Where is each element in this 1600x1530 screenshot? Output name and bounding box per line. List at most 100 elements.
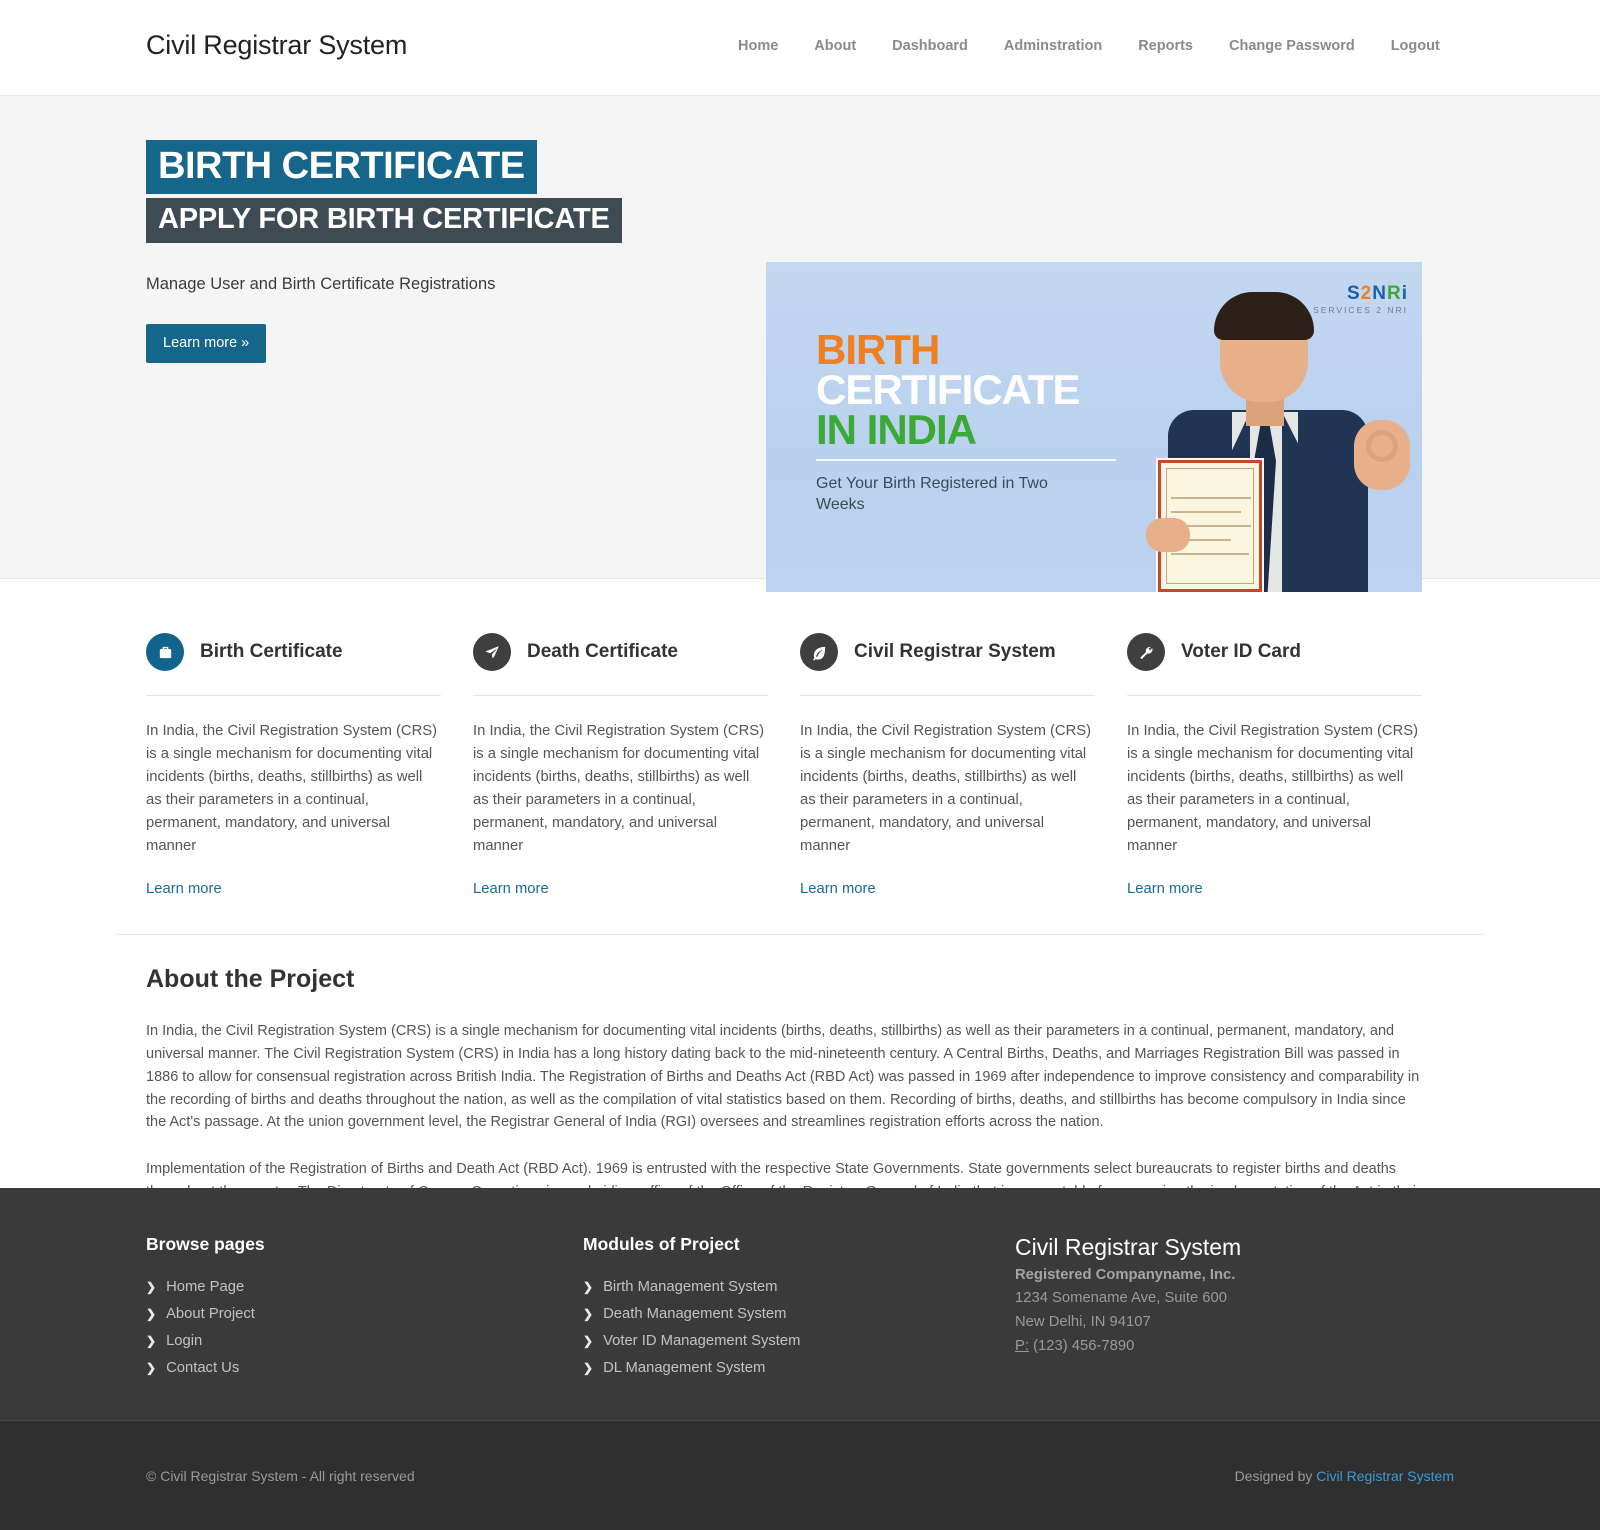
hero-section: BIRTH CERTIFICATE APPLY FOR BIRTH CERTIF… bbox=[0, 96, 1600, 592]
designed-by-prefix: Designed by bbox=[1234, 1467, 1317, 1484]
site-brand[interactable]: Civil Registrar System bbox=[146, 30, 407, 61]
banner-divider bbox=[816, 458, 1116, 461]
card-divider bbox=[1127, 695, 1422, 696]
feature-card-title: Death Certificate bbox=[527, 641, 678, 662]
nav-item-logout[interactable]: Logout bbox=[1373, 38, 1458, 54]
banner-text-block: BIRTH CERTIFICATE IN INDIA Get Your Birt… bbox=[816, 326, 1116, 516]
footer-link-about-project[interactable]: About Project bbox=[166, 1306, 255, 1322]
card-divider bbox=[800, 695, 1095, 696]
leaf-icon bbox=[800, 633, 838, 671]
certificate-line bbox=[1171, 553, 1249, 555]
nav-item-home[interactable]: Home bbox=[720, 38, 796, 54]
feature-card-title: Voter ID Card bbox=[1181, 641, 1302, 662]
about-paragraph-1: In India, the Civil Registration System … bbox=[146, 1023, 1420, 1131]
list-item[interactable]: ❯ About Project bbox=[146, 1306, 583, 1322]
footer-phone-row: P: (123) 456-7890 bbox=[1015, 1335, 1435, 1359]
footer-modules-title: Modules of Project bbox=[583, 1234, 740, 1254]
footer-address-line-2: New Delhi, IN 94107 bbox=[1015, 1313, 1151, 1330]
about-title: About the Project bbox=[146, 965, 355, 994]
footer-registered-name: Registered Companyname, Inc. bbox=[1015, 1267, 1236, 1283]
designed-by-text: Designed by Civil Registrar System bbox=[1235, 1468, 1454, 1484]
list-item[interactable]: ❯ Birth Management System bbox=[583, 1279, 1015, 1295]
banner-line-1: BIRTH bbox=[816, 326, 940, 373]
chevron-right-icon: ❯ bbox=[583, 1361, 594, 1375]
chevron-right-icon: ❯ bbox=[583, 1334, 594, 1348]
banner-line-3: IN INDIA bbox=[816, 405, 977, 453]
feature-card-learn-more-link[interactable]: Learn more bbox=[1127, 881, 1203, 897]
certificate-line bbox=[1171, 511, 1241, 513]
copyright-text: © Civil Registrar System - All right res… bbox=[146, 1467, 415, 1484]
hero-headline: BIRTH CERTIFICATE bbox=[146, 140, 537, 194]
list-item[interactable]: ❯ DL Management System bbox=[583, 1360, 1015, 1376]
chevron-right-icon: ❯ bbox=[146, 1280, 157, 1294]
about-section: About the Project In India, the Civil Re… bbox=[0, 935, 1600, 1226]
wrench-icon bbox=[1127, 633, 1165, 671]
feature-card-birth-certificate: Birth Certificate In India, the Civil Re… bbox=[146, 631, 473, 898]
footer-address-line-1: 1234 Somename Ave, Suite 600 bbox=[1015, 1290, 1227, 1306]
feature-card-learn-more-link[interactable]: Learn more bbox=[146, 881, 222, 897]
feature-card-civil-registrar-system: Civil Registrar System In India, the Civ… bbox=[800, 631, 1127, 898]
footer-modules: Modules of Project ❯ Birth Management Sy… bbox=[583, 1234, 1015, 1387]
footer-link-home-page[interactable]: Home Page bbox=[166, 1279, 244, 1295]
feature-card-body: In India, the Civil Registration System … bbox=[146, 723, 438, 855]
briefcase-icon bbox=[146, 633, 184, 671]
nav-item-reports[interactable]: Reports bbox=[1120, 38, 1211, 54]
nav-item-change-password[interactable]: Change Password bbox=[1211, 38, 1373, 54]
chevron-right-icon: ❯ bbox=[583, 1280, 594, 1294]
footer-link-death-management-system[interactable]: Death Management System bbox=[603, 1306, 786, 1322]
list-item[interactable]: ❯ Home Page bbox=[146, 1279, 583, 1295]
certificate-line bbox=[1171, 497, 1251, 499]
footer-phone-number: (123) 456-7890 bbox=[1033, 1337, 1135, 1354]
designed-by-link[interactable]: Civil Registrar System bbox=[1316, 1468, 1454, 1484]
hero-subheadline: APPLY FOR BIRTH CERTIFICATE bbox=[146, 198, 622, 243]
banner-person-photo bbox=[1124, 292, 1414, 592]
chevron-right-icon: ❯ bbox=[146, 1361, 157, 1375]
list-item[interactable]: ❯ Login bbox=[146, 1333, 583, 1349]
feature-card-body: In India, the Civil Registration System … bbox=[473, 723, 765, 855]
site-footer: Browse pages ❯ Home Page ❯ About Project… bbox=[0, 1188, 1600, 1530]
footer-link-voter-id-management-system[interactable]: Voter ID Management System bbox=[603, 1333, 800, 1349]
top-navbar: Civil Registrar System Home About Dashbo… bbox=[0, 0, 1600, 96]
feature-card-learn-more-link[interactable]: Learn more bbox=[800, 881, 876, 897]
hero-description: Manage User and Birth Certificate Regist… bbox=[146, 275, 496, 293]
feature-card-title: Civil Registrar System bbox=[854, 641, 1056, 662]
chevron-right-icon: ❯ bbox=[146, 1307, 157, 1321]
list-item[interactable]: ❯ Contact Us bbox=[146, 1360, 583, 1376]
card-divider bbox=[473, 695, 768, 696]
footer-modules-list: ❯ Birth Management System ❯ Death Manage… bbox=[583, 1279, 1015, 1376]
feature-card-learn-more-link[interactable]: Learn more bbox=[473, 881, 549, 897]
footer-link-dl-management-system[interactable]: DL Management System bbox=[603, 1360, 765, 1376]
footer-link-login[interactable]: Login bbox=[166, 1333, 202, 1349]
nav-item-dashboard[interactable]: Dashboard bbox=[874, 38, 986, 54]
person-hand-ok-gesture bbox=[1354, 420, 1410, 490]
footer-browse-title: Browse pages bbox=[146, 1234, 265, 1254]
banner-tagline: Get Your Birth Registered in Two Weeks bbox=[816, 474, 1048, 514]
list-item[interactable]: ❯ Voter ID Management System bbox=[583, 1333, 1015, 1349]
feature-cards: Birth Certificate In India, the Civil Re… bbox=[0, 579, 1600, 898]
feature-card-death-certificate: Death Certificate In India, the Civil Re… bbox=[473, 631, 800, 898]
feature-card-body: In India, the Civil Registration System … bbox=[800, 723, 1092, 855]
footer-browse-list: ❯ Home Page ❯ About Project ❯ Login ❯ Co… bbox=[146, 1279, 583, 1376]
footer-brand: Civil Registrar System bbox=[1015, 1234, 1242, 1260]
feature-card-title: Birth Certificate bbox=[200, 641, 343, 662]
footer-bottom-bar: © Civil Registrar System - All right res… bbox=[0, 1420, 1600, 1530]
footer-phone-label: P: bbox=[1015, 1337, 1029, 1354]
hero-copy: BIRTH CERTIFICATE APPLY FOR BIRTH CERTIF… bbox=[146, 140, 706, 363]
card-divider bbox=[146, 695, 441, 696]
feature-card-voter-id-card: Voter ID Card In India, the Civil Regist… bbox=[1127, 631, 1454, 898]
primary-nav: Home About Dashboard Adminstration Repor… bbox=[720, 38, 1458, 54]
footer-link-birth-management-system[interactable]: Birth Management System bbox=[603, 1279, 777, 1295]
footer-link-contact-us[interactable]: Contact Us bbox=[166, 1360, 239, 1376]
hero-learn-more-button[interactable]: Learn more » bbox=[146, 324, 267, 363]
chevron-right-icon: ❯ bbox=[146, 1334, 157, 1348]
feature-card-body: In India, the Civil Registration System … bbox=[1127, 723, 1419, 855]
nav-item-about[interactable]: About bbox=[796, 38, 874, 54]
chevron-right-icon: ❯ bbox=[583, 1307, 594, 1321]
page-root: Civil Registrar System Home About Dashbo… bbox=[0, 0, 1600, 1530]
footer-browse-pages: Browse pages ❯ Home Page ❯ About Project… bbox=[146, 1234, 583, 1387]
paper-plane-icon bbox=[473, 633, 511, 671]
banner-line-2: CERTIFICATE bbox=[816, 365, 1081, 413]
hero-banner-image: S2NRi SERVICES 2 NRI BIRTH CERTIFICATE I… bbox=[766, 262, 1422, 592]
nav-item-adminstration[interactable]: Adminstration bbox=[986, 38, 1120, 54]
list-item[interactable]: ❯ Death Management System bbox=[583, 1306, 1015, 1322]
